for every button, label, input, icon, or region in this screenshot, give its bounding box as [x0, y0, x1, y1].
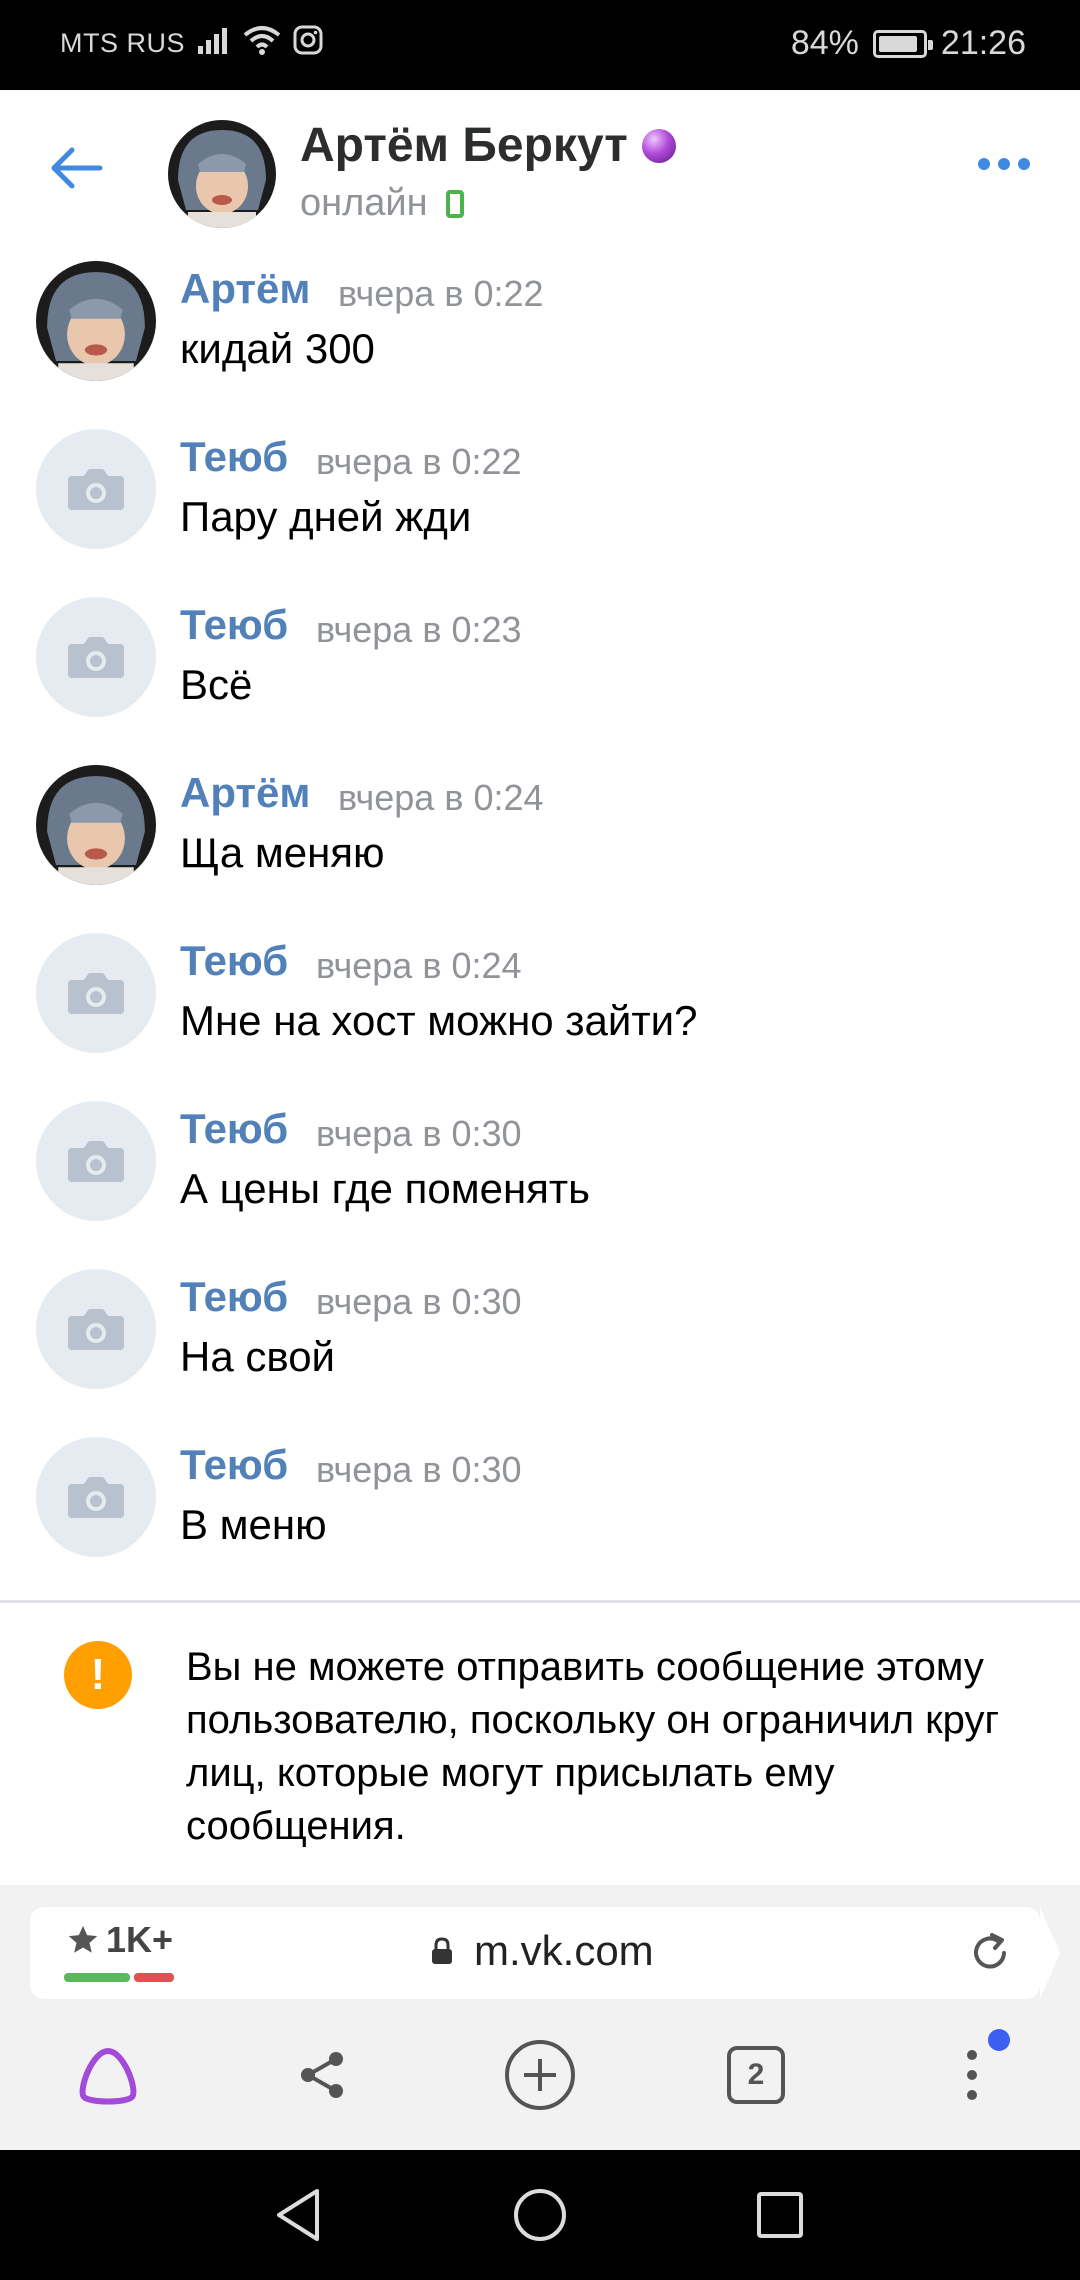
status-right: 84% 21:26: [791, 24, 1026, 63]
avatar-photo: [36, 765, 156, 885]
warning-icon: !: [64, 1641, 132, 1709]
message-time: вчера в 0:30: [316, 1449, 522, 1490]
address-bar[interactable]: 1K+ m.vk.com: [30, 1907, 1060, 1999]
message-author[interactable]: Теюб: [180, 1105, 288, 1153]
message-item: Теюб вчера в 0:30 А цены где поменять: [0, 1085, 1080, 1253]
camera-icon: [68, 973, 124, 1014]
message-item: Теюб вчера в 0:30 В меню: [0, 1421, 1080, 1589]
message-item: Артём вчера в 0:24 Ща меняю: [0, 749, 1080, 917]
message-text: В меню: [180, 1501, 327, 1548]
url-text: m.vk.com: [474, 1927, 654, 1974]
notice-text: Вы не можете отправить сообщение этому п…: [186, 1645, 1000, 1848]
carrier-label: MTS RUS: [60, 28, 185, 58]
system-nav-bar: [0, 2150, 1080, 2280]
message-item: Теюб вчера в 0:24 Мне на хост можно зайт…: [0, 917, 1080, 1085]
notification-dot: [988, 2029, 1010, 2051]
url-display[interactable]: m.vk.com: [430, 1927, 654, 1975]
header-avatar[interactable]: [168, 120, 276, 228]
back-arrow-icon[interactable]: [40, 138, 110, 198]
signal-icon: [198, 28, 227, 54]
author-avatar[interactable]: [36, 1101, 156, 1221]
contact-name: Артём Беркут: [300, 119, 628, 172]
author-avatar[interactable]: [36, 1437, 156, 1557]
cannot-send-notice: ! Вы не можете отправить сообщение этому…: [0, 1603, 1080, 1885]
header-name: Артём Беркут: [300, 118, 676, 173]
message-time: вчера в 0:22: [316, 441, 522, 482]
rating-count: 1K+: [106, 1919, 174, 1960]
site-rating[interactable]: 1K+: [66, 1919, 173, 1961]
author-avatar[interactable]: [36, 597, 156, 717]
message-item: Артём вчера в 0:22 кидай 300: [0, 245, 1080, 413]
new-tab-icon[interactable]: [500, 2035, 580, 2115]
message-time: вчера в 0:22: [338, 273, 544, 314]
instagram-icon: [293, 25, 323, 55]
mobile-online-icon: [445, 189, 464, 218]
crystal-ball-emoji-icon: [641, 128, 676, 163]
avatar-photo: [168, 120, 276, 228]
rating-bars: [64, 1973, 174, 1982]
status-icons: [196, 24, 324, 56]
camera-icon: [68, 637, 124, 678]
alice-assistant-icon[interactable]: [68, 2035, 148, 2115]
message-list: Артём вчера в 0:22 кидай 300 Теюб вчера …: [0, 245, 1080, 1589]
clock: 21:26: [940, 24, 1026, 62]
author-avatar[interactable]: [36, 261, 156, 381]
header-status: онлайн: [300, 182, 464, 225]
message-text: А цены где поменять: [180, 1165, 591, 1212]
status-bar: MTS RUS 84% 21:26: [0, 0, 1080, 90]
browser-bottom-bar: 2: [0, 2015, 1080, 2135]
message-text: На свой: [180, 1333, 336, 1380]
nav-recents-icon[interactable]: [748, 2183, 812, 2247]
message-text: Ща меняю: [180, 829, 385, 876]
lock-icon: [432, 1937, 452, 1964]
message-author[interactable]: Теюб: [180, 937, 288, 985]
camera-icon: [68, 469, 124, 510]
message-time: вчера в 0:30: [316, 1113, 522, 1154]
message-text: Мне на хост можно зайти?: [180, 997, 698, 1044]
chat-header: Артём Беркут онлайн: [0, 90, 1080, 245]
message-text: кидай 300: [180, 325, 375, 372]
author-avatar[interactable]: [36, 765, 156, 885]
author-avatar[interactable]: [36, 1269, 156, 1389]
browser-toolbar: 1K+ m.vk.com 2: [0, 1885, 1080, 2150]
message-author[interactable]: Артём: [180, 265, 310, 313]
tabs-button[interactable]: 2: [716, 2035, 796, 2115]
menu-kebab-icon[interactable]: [932, 2029, 1012, 2115]
nav-home-icon[interactable]: [508, 2183, 572, 2247]
more-options-icon[interactable]: [978, 158, 1030, 170]
reload-icon[interactable]: [968, 1931, 1012, 1975]
message-time: вчера в 0:24: [316, 945, 522, 986]
battery-percent: 84%: [790, 24, 859, 62]
message-item: Теюб вчера в 0:23 Всё: [0, 581, 1080, 749]
camera-icon: [68, 1477, 124, 1518]
message-author[interactable]: Теюб: [180, 1273, 288, 1321]
tabs-count: 2: [727, 2046, 785, 2104]
share-icon[interactable]: [282, 2035, 362, 2115]
camera-icon: [68, 1309, 124, 1350]
battery-icon: [872, 29, 933, 58]
message-text: Пару дней жди: [180, 493, 472, 540]
message-text: Всё: [180, 661, 253, 708]
avatar-photo: [36, 261, 156, 381]
message-time: вчера в 0:30: [316, 1281, 522, 1322]
message-author[interactable]: Теюб: [180, 433, 288, 481]
online-status: онлайн: [300, 182, 428, 224]
nav-back-icon[interactable]: [266, 2183, 330, 2247]
message-time: вчера в 0:24: [338, 777, 544, 818]
author-avatar[interactable]: [36, 429, 156, 549]
message-time: вчера в 0:23: [316, 609, 522, 650]
wifi-icon: [243, 26, 281, 55]
message-item: Теюб вчера в 0:22 Пару дней жди: [0, 413, 1080, 581]
author-avatar[interactable]: [36, 933, 156, 1053]
camera-icon: [68, 1141, 124, 1182]
message-author[interactable]: Теюб: [180, 601, 288, 649]
message-item: Теюб вчера в 0:30 На свой: [0, 1253, 1080, 1421]
message-author[interactable]: Артём: [180, 769, 310, 817]
star-icon: [68, 1925, 98, 1953]
message-author[interactable]: Теюб: [180, 1441, 288, 1489]
